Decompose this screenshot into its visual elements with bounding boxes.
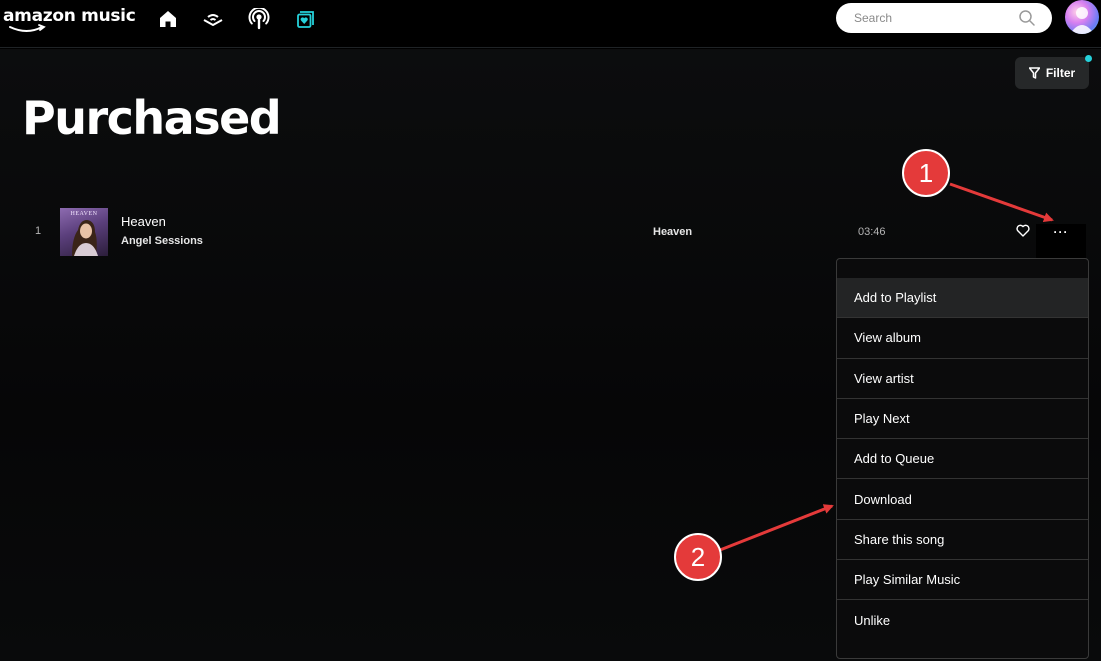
user-avatar[interactable] — [1065, 0, 1099, 34]
filter-icon — [1028, 67, 1040, 79]
filter-button[interactable]: Filter — [1015, 57, 1089, 89]
annotation-badge-1: 1 — [902, 149, 950, 197]
search-input[interactable] — [854, 9, 1014, 27]
track-context-menu: Add to Playlist View album View artist P… — [836, 258, 1089, 659]
amazon-music-logo[interactable]: amazon music — [3, 6, 136, 36]
smile-logo-icon — [9, 24, 46, 32]
track-index: 1 — [35, 225, 42, 237]
menu-item-play-next[interactable]: Play Next — [837, 399, 1088, 440]
logo-text: amazon music — [3, 6, 136, 26]
menu-item-view-artist[interactable]: View artist — [837, 359, 1088, 399]
user-avatar-icon — [1070, 7, 1094, 34]
track-row[interactable]: 1 HEAVEN Heaven Angel Sessions Heaven 03… — [0, 204, 1101, 294]
library-icon[interactable] — [295, 8, 317, 30]
menu-item-download[interactable]: Download — [837, 479, 1088, 520]
menu-item-view-album[interactable]: View album — [837, 318, 1088, 359]
home-icon[interactable] — [157, 8, 179, 30]
heart-icon[interactable] — [1016, 224, 1030, 237]
track-artist[interactable]: Angel Sessions — [121, 235, 203, 247]
track-title[interactable]: Heaven — [121, 214, 166, 229]
podcast-icon[interactable] — [248, 8, 270, 30]
menu-item-add-to-queue[interactable]: Add to Queue — [837, 439, 1088, 480]
search-icon[interactable] — [1018, 9, 1036, 27]
album-cover[interactable]: HEAVEN — [60, 208, 108, 256]
top-bar: amazon music — [0, 0, 1101, 48]
menu-item-add-to-playlist[interactable]: Add to Playlist — [837, 278, 1088, 319]
menu-item-unlike[interactable]: Unlike — [837, 600, 1088, 640]
menu-item-play-similar-music[interactable]: Play Similar Music — [837, 560, 1088, 601]
audible-icon[interactable] — [202, 8, 224, 30]
filter-label: Filter — [1045, 66, 1076, 80]
filter-active-indicator — [1085, 55, 1092, 62]
menu-item-share-this-song[interactable]: Share this song — [837, 520, 1088, 561]
page-title: Purchased — [22, 91, 282, 145]
annotation-badge-2: 2 — [674, 533, 722, 581]
cover-portrait-icon — [72, 220, 98, 256]
track-duration: 03:46 — [858, 226, 886, 238]
track-album[interactable]: Heaven — [653, 226, 692, 238]
search-bar[interactable] — [836, 3, 1052, 33]
